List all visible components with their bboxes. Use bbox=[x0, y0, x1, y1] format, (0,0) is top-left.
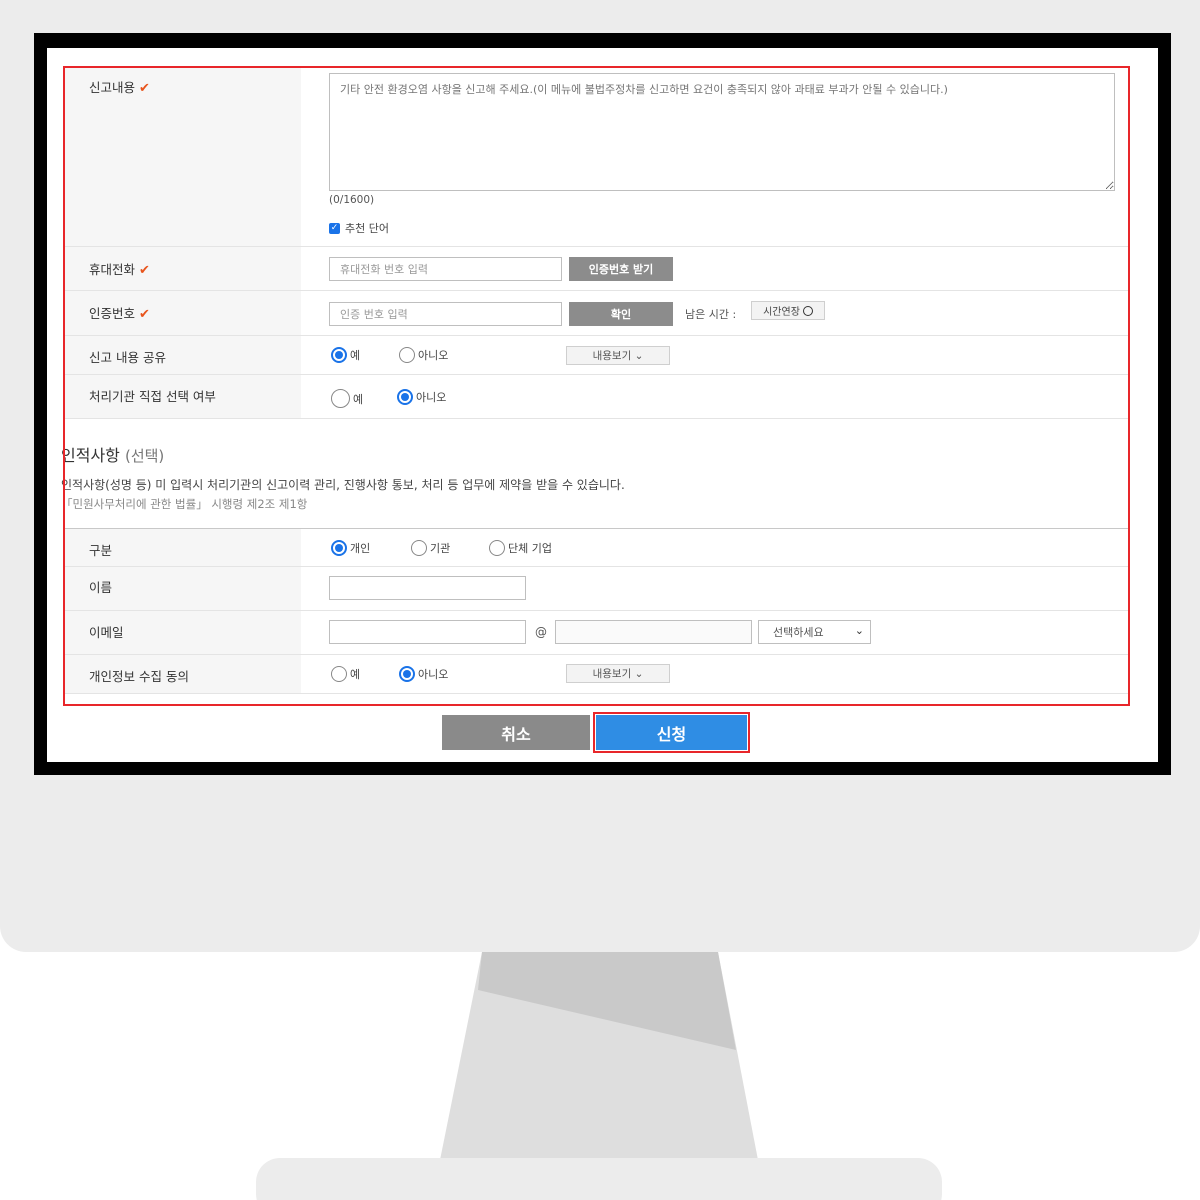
request-code-button[interactable]: 인증번호 받기 bbox=[569, 257, 673, 281]
submit-button[interactable]: 신청 bbox=[596, 715, 747, 750]
radio-selected-icon bbox=[331, 540, 347, 556]
confirm-button[interactable]: 확인 bbox=[569, 302, 673, 326]
radio-empty-icon bbox=[331, 389, 350, 408]
checkbox-checked-icon: ✓ bbox=[329, 222, 340, 234]
verify-code-input[interactable] bbox=[329, 302, 562, 326]
radio-empty-icon bbox=[411, 540, 427, 556]
clock-icon bbox=[802, 305, 813, 316]
email-label: 이메일 bbox=[89, 625, 124, 640]
radio-selected-icon bbox=[399, 666, 415, 682]
radio-empty-icon bbox=[331, 666, 347, 682]
required-check-icon: ✔ bbox=[139, 81, 150, 96]
personal-info-section: 인적사항 (선택) 인적사항(성명 등) 미 입력시 처리기관의 신고이력 관리… bbox=[61, 418, 1129, 529]
phone-label: 휴대전화 ✔ bbox=[89, 262, 150, 278]
law-reference: 「민원사무처리에 관한 법률」 시행령 제2조 제1항 bbox=[61, 497, 308, 511]
share-label: 신고 내용 공유 bbox=[89, 350, 166, 365]
name-label: 이름 bbox=[89, 580, 113, 595]
char-count: (0/1600) bbox=[329, 194, 375, 206]
verify-label: 인증번호 ✔ bbox=[89, 306, 150, 322]
agency-yes-radio[interactable]: 예 bbox=[331, 389, 363, 408]
cancel-button[interactable]: 취소 bbox=[442, 715, 590, 750]
category-agency-radio[interactable]: 기관 bbox=[411, 540, 450, 556]
agency-select-label: 처리기관 직접 선택 여부 bbox=[89, 389, 216, 404]
recommend-words-checkbox[interactable]: ✓ 추천 단어 bbox=[329, 220, 389, 236]
row-share-content: 신고 내용 공유 예 아니오 내용보기 ⌄ bbox=[65, 335, 1129, 375]
row-name: 이름 bbox=[65, 566, 1129, 611]
extend-time-button[interactable]: 시간연장 bbox=[751, 301, 825, 320]
row-verify-code: 인증번호✔ 확인 남은 시간 : 시간연장 bbox=[65, 290, 1129, 336]
consent-yes-radio[interactable]: 예 bbox=[331, 666, 360, 682]
row-agency-select: 처리기관 직접 선택 여부 예 아니오 bbox=[65, 374, 1129, 419]
personal-info-title: 인적사항 (선택) bbox=[61, 446, 165, 465]
share-view-button[interactable]: 내용보기 ⌄ bbox=[566, 346, 670, 365]
row-report-content: 신고내용✔ (0/1600) ✓ 추천 단어 bbox=[65, 68, 1129, 246]
row-phone: 휴대전화✔ 인증번호 받기 bbox=[65, 246, 1129, 291]
row-privacy-consent: 개인정보 수집 동의 예 아니오 내용보기 ⌄ bbox=[65, 654, 1129, 694]
report-content-textarea[interactable] bbox=[329, 73, 1115, 191]
report-form-screen: 신고내용✔ (0/1600) ✓ 추천 단어 휴대전화✔ 인증번호 받기 인증번… bbox=[47, 48, 1158, 762]
agency-no-radio[interactable]: 아니오 bbox=[397, 389, 446, 405]
report-content-label: 신고내용 ✔ bbox=[89, 80, 150, 96]
email-at-sign: @ bbox=[535, 625, 547, 639]
radio-empty-icon bbox=[489, 540, 505, 556]
consent-no-radio[interactable]: 아니오 bbox=[399, 666, 448, 682]
email-local-input[interactable] bbox=[329, 620, 526, 644]
email-domain-input[interactable] bbox=[555, 620, 752, 644]
category-label: 구분 bbox=[89, 543, 113, 558]
radio-selected-icon bbox=[397, 389, 413, 405]
row-category: 구분 개인 기관 단체 기업 bbox=[65, 528, 1129, 567]
share-no-radio[interactable]: 아니오 bbox=[399, 347, 448, 363]
phone-input[interactable] bbox=[329, 257, 562, 281]
remaining-time-label: 남은 시간 : bbox=[685, 308, 737, 321]
name-input[interactable] bbox=[329, 576, 526, 600]
personal-info-notice: 인적사항(성명 등) 미 입력시 처리기관의 신고이력 관리, 진행사항 통보,… bbox=[61, 478, 625, 492]
share-yes-radio[interactable]: 예 bbox=[331, 347, 360, 363]
radio-selected-icon bbox=[331, 347, 347, 363]
required-check-icon: ✔ bbox=[139, 263, 150, 278]
chevron-down-icon: ⌄ bbox=[854, 624, 864, 637]
email-domain-select[interactable]: 선택하세요 ⌄ bbox=[758, 620, 871, 644]
consent-view-button[interactable]: 내용보기 ⌄ bbox=[566, 664, 670, 683]
row-email: 이메일 @ 선택하세요 ⌄ bbox=[65, 610, 1129, 655]
required-check-icon: ✔ bbox=[139, 307, 150, 322]
radio-empty-icon bbox=[399, 347, 415, 363]
category-individual-radio[interactable]: 개인 bbox=[331, 540, 370, 556]
category-group-radio[interactable]: 단체 기업 bbox=[489, 540, 552, 556]
consent-label: 개인정보 수집 동의 bbox=[89, 669, 189, 684]
